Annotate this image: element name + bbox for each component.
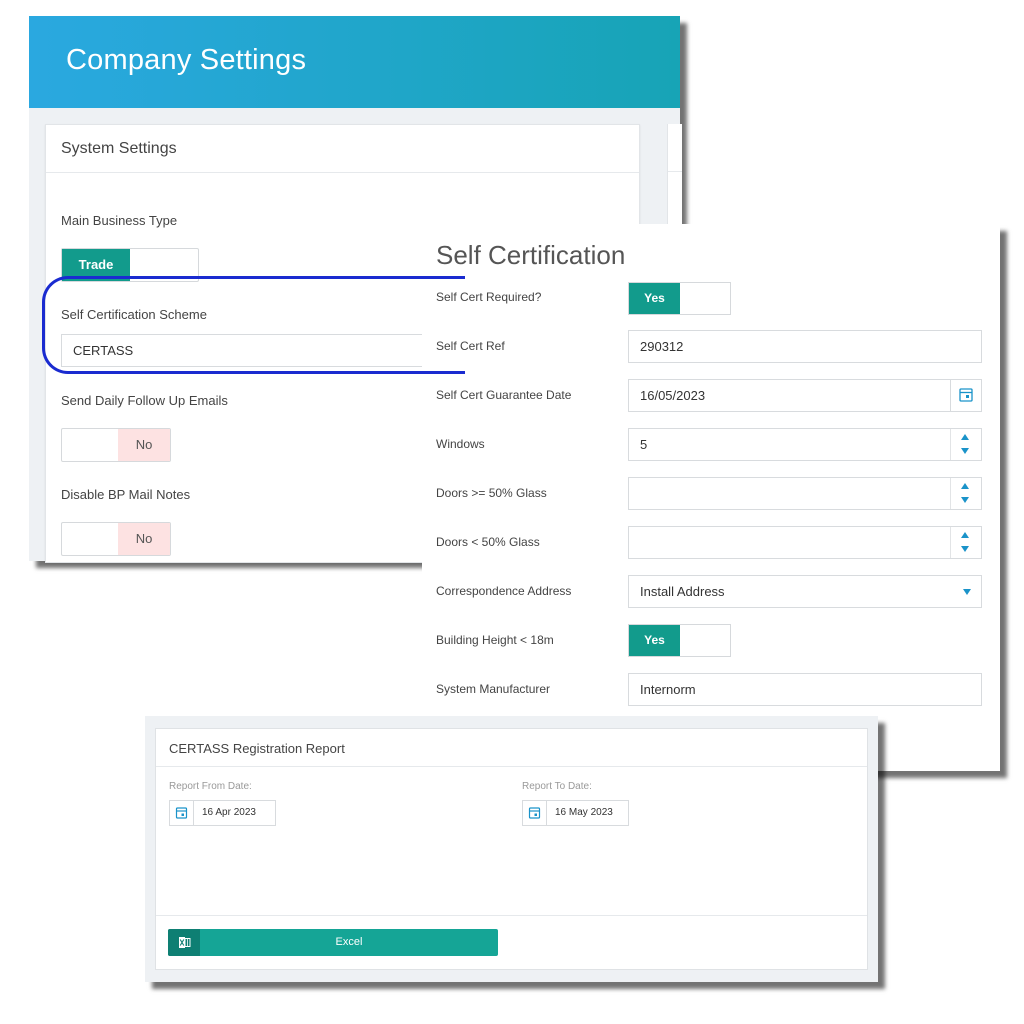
toggle-off-option[interactable]: No	[118, 523, 170, 555]
report-from-date-picker[interactable]: 16 Apr 2023	[169, 800, 276, 826]
toggle-on-option[interactable]: Trade	[62, 249, 130, 281]
building-height-label: Building Height < 18m	[436, 633, 554, 647]
main-business-type-toggle[interactable]: Trade	[61, 248, 199, 282]
self-cert-scheme-value: CERTASS	[73, 343, 134, 358]
divider	[156, 915, 867, 916]
self-cert-ref-label: Self Cert Ref	[436, 339, 505, 353]
correspondence-label: Correspondence Address	[436, 584, 572, 598]
self-cert-required-toggle[interactable]: Yes	[628, 282, 731, 315]
spinner-arrows-icon[interactable]	[950, 478, 981, 509]
guarantee-date-label: Self Cert Guarantee Date	[436, 388, 572, 402]
daily-follow-up-toggle[interactable]: No	[61, 428, 171, 462]
windows-label: Windows	[436, 437, 485, 451]
guarantee-date-input[interactable]: 16/05/2023	[628, 379, 982, 412]
spinner-arrows-icon[interactable]	[950, 429, 981, 460]
certass-report-card: CERTASS Registration Report Report From …	[155, 728, 868, 970]
system-settings-card-header: System Settings	[46, 125, 639, 173]
self-certification-title: Self Certification	[436, 240, 626, 270]
system-manufacturer-label: System Manufacturer	[436, 682, 551, 696]
self-cert-scheme-select[interactable]: CERTASS	[61, 334, 433, 367]
certass-report-panel: CERTASS Registration Report Report From …	[145, 716, 878, 982]
chevron-down-icon[interactable]	[963, 589, 971, 595]
excel-button-label: Excel	[335, 936, 363, 948]
self-cert-ref-input[interactable]: 290312	[628, 330, 982, 363]
self-cert-required-label: Self Cert Required?	[436, 290, 542, 304]
windows-stepper[interactable]: 5	[628, 428, 982, 461]
report-from-label: Report From Date:	[169, 781, 252, 792]
system-manufacturer-input[interactable]: Internorm	[628, 673, 982, 706]
main-business-type-label: Main Business Type	[61, 213, 178, 228]
doors-lt-50-label: Doors < 50% Glass	[436, 535, 540, 549]
disable-bp-mail-label: Disable BP Mail Notes	[61, 487, 191, 502]
doors-ge-50-label: Doors >= 50% Glass	[436, 486, 547, 500]
company-settings-header: Company Settings	[29, 16, 680, 108]
card-title: System Settings	[61, 140, 177, 157]
building-height-toggle[interactable]: Yes	[628, 624, 731, 657]
guarantee-date-value: 16/05/2023	[640, 388, 706, 403]
excel-export-button[interactable]: Excel	[168, 929, 498, 956]
page-title: Company Settings	[66, 44, 307, 76]
calendar-icon[interactable]	[170, 801, 194, 825]
report-to-value: 16 May 2023	[555, 807, 613, 818]
correspondence-select[interactable]: Install Address	[628, 575, 982, 608]
system-manufacturer-value: Internorm	[640, 682, 696, 697]
self-cert-ref-value: 290312	[640, 339, 684, 354]
doors-ge-50-stepper[interactable]	[628, 477, 982, 510]
excel-icon	[168, 929, 200, 956]
report-to-label: Report To Date:	[522, 781, 592, 792]
windows-value: 5	[640, 437, 648, 452]
certass-report-header: CERTASS Registration Report	[156, 729, 867, 767]
toggle-on-option[interactable]: Yes	[629, 283, 680, 314]
spinner-arrows-icon[interactable]	[950, 527, 981, 558]
toggle-on-option[interactable]: Yes	[629, 625, 680, 656]
daily-follow-up-label: Send Daily Follow Up Emails	[61, 393, 228, 408]
doors-lt-50-stepper[interactable]	[628, 526, 982, 559]
calendar-icon[interactable]	[523, 801, 547, 825]
calendar-icon[interactable]	[950, 380, 981, 411]
report-title: CERTASS Registration Report	[169, 741, 345, 756]
self-cert-scheme-label: Self Certification Scheme	[61, 307, 207, 322]
toggle-off-option[interactable]: No	[118, 429, 170, 461]
report-from-value: 16 Apr 2023	[202, 807, 256, 818]
report-to-date-picker[interactable]: 16 May 2023	[522, 800, 629, 826]
correspondence-value: Install Address	[640, 584, 725, 599]
disable-bp-mail-toggle[interactable]: No	[61, 522, 171, 556]
self-certification-panel: Self Certification Self Cert Required? Y…	[422, 224, 1000, 771]
